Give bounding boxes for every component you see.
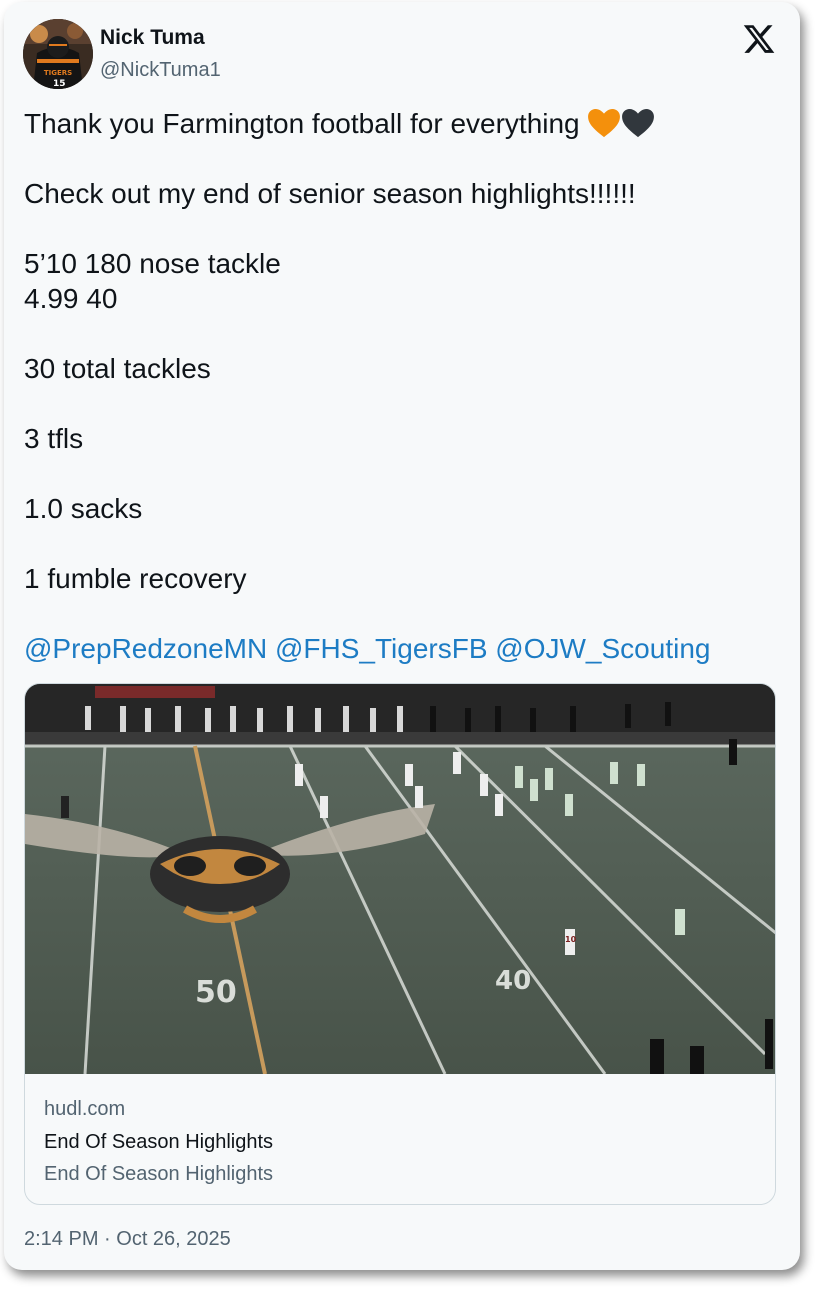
mention-link[interactable]: @OJW_Scouting [495,633,710,664]
black-heart-icon [622,108,655,138]
yard-number-40: 40 [495,966,531,996]
tweet-line: Check out my end of senior season highli… [24,178,636,209]
orange-heart-icon [588,108,621,138]
tweet-text: Thank you Farmington football for everyt… [24,106,784,666]
avatar-photo: TIGERS 15 [23,19,93,89]
tweet-line: 4.99 40 [24,283,118,314]
mention-link[interactable]: @FHS_TigersFB [275,633,488,664]
link-domain[interactable]: hudl.com [44,1098,125,1121]
tweet-line: Thank you Farmington football for everyt… [24,106,784,141]
tweet-line: 30 total tackles [24,353,211,384]
svg-text:15: 15 [53,79,66,89]
link-preview-card[interactable]: 50 40 10 hudl.com End Of Season Highligh… [24,683,776,1205]
yard-number-50: 50 [195,975,237,1010]
tweet-line: 5’10 180 nose tackle [24,248,281,279]
tweet-timestamp[interactable]: 2:14 PM · Oct 26, 2025 [24,1228,231,1251]
author-handle[interactable]: @NickTuma1 [100,59,221,82]
avatar[interactable]: TIGERS 15 [23,19,93,89]
tweet-line: 3 tfls [24,423,84,454]
link-preview-image[interactable]: 50 40 10 [25,684,776,1074]
link-title[interactable]: End Of Season Highlights [44,1131,273,1154]
link-description: End Of Season Highlights [44,1163,274,1185]
mention-link[interactable]: @PrepRedzoneMN [24,633,267,664]
tweet-line: 1.0 sacks [24,493,143,524]
mentions-line: @PrepRedzoneMN @FHS_TigersFB @OJW_Scouti… [24,631,784,666]
author-name[interactable]: Nick Tuma [100,26,205,50]
tweet-line: 1 fumble recovery [24,563,247,594]
tweet-line-text: Thank you Farmington football for everyt… [24,108,588,139]
avatar-jersey-text: TIGERS [44,69,72,77]
player-jersey-number: 10 [565,935,577,944]
x-logo-icon[interactable] [742,22,776,56]
tweet-card: TIGERS 15 Nick Tuma @NickTuma1 Thank you… [4,2,800,1270]
